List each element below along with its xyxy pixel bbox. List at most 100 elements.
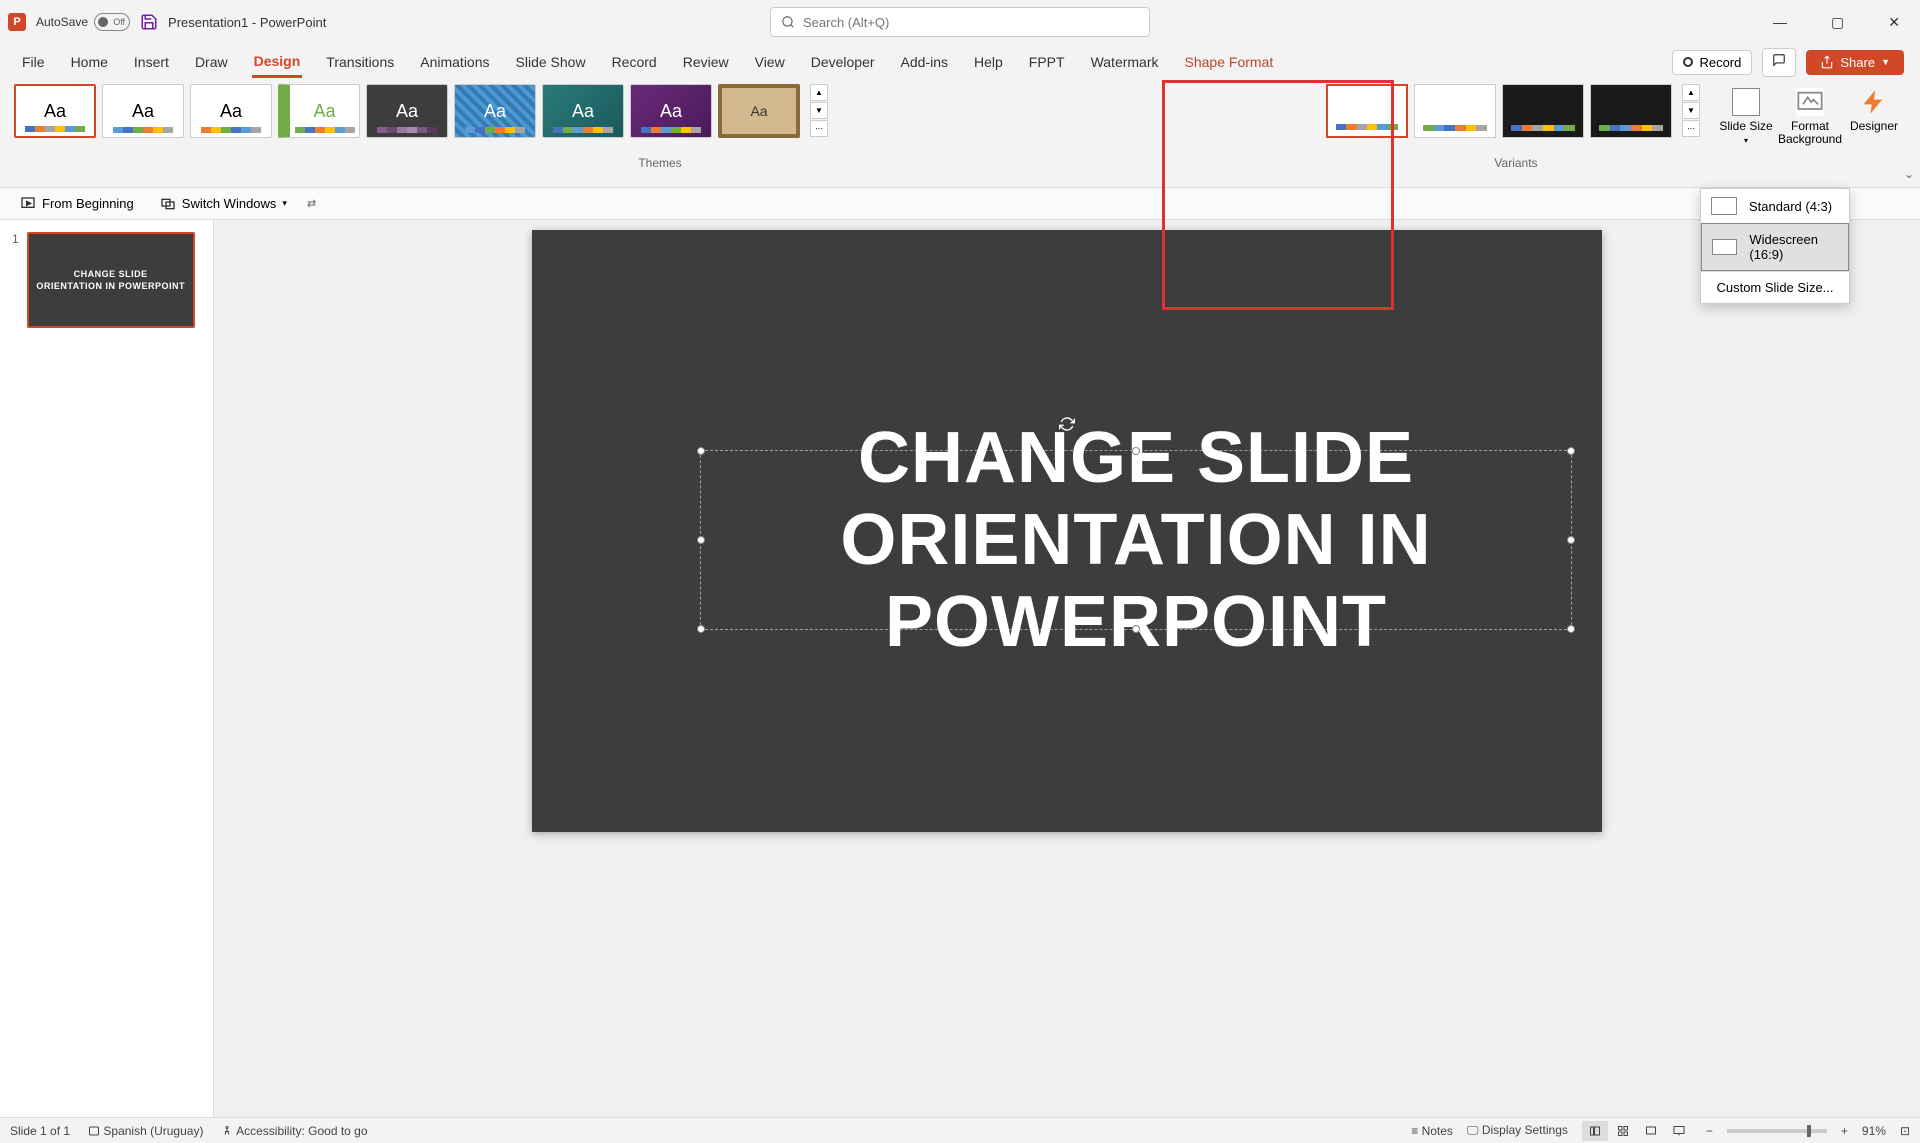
theme-thumb-3[interactable]: Aa (190, 84, 272, 138)
variant-thumb-4[interactable] (1590, 84, 1672, 138)
collapse-ribbon-icon[interactable]: ⌄ (1904, 167, 1914, 181)
tab-fppt[interactable]: FPPT (1027, 48, 1067, 76)
slide-size-dropdown: Standard (4:3) Widescreen (16:9) Custom … (1700, 188, 1850, 304)
record-label: Record (1699, 55, 1741, 70)
zoom-out-button[interactable]: − (1706, 1124, 1713, 1138)
slide-title-line1[interactable]: CHANGE SLIDE (858, 417, 1414, 499)
normal-view-button[interactable] (1582, 1121, 1608, 1141)
display-settings-button[interactable]: 🖵 Display Settings (1467, 1123, 1568, 1138)
dropdown-standard[interactable]: Standard (4:3) (1701, 189, 1849, 223)
scroll-up-icon[interactable]: ▲ (810, 84, 828, 101)
scroll-up-icon[interactable]: ▲ (1682, 84, 1700, 101)
tab-draw[interactable]: Draw (193, 48, 230, 76)
zoom-slider[interactable] (1727, 1129, 1827, 1133)
language-indicator[interactable]: Spanish (Uruguay) (88, 1124, 203, 1138)
resize-handle[interactable] (697, 625, 705, 633)
minimize-button[interactable]: — (1761, 10, 1799, 35)
reading-view-button[interactable] (1638, 1121, 1664, 1141)
view-buttons (1582, 1121, 1692, 1141)
fit-to-window-button[interactable]: ⊡ (1900, 1124, 1910, 1138)
slide-thumbnail-1[interactable]: CHANGE SLIDE ORIENTATION IN POWERPOINT (27, 232, 195, 328)
language-icon (88, 1125, 100, 1137)
variant-thumb-1[interactable] (1326, 84, 1408, 138)
slide-counter[interactable]: Slide 1 of 1 (10, 1124, 70, 1138)
maximize-button[interactable]: ▢ (1819, 10, 1856, 35)
slideshow-view-button[interactable] (1666, 1121, 1692, 1141)
slide-size-button[interactable]: Slide Size ▾ (1716, 84, 1776, 187)
from-beginning-button[interactable]: From Beginning (14, 193, 140, 215)
ribbon-tabs: File Home Insert Draw Design Transitions… (0, 44, 1920, 80)
resize-handle[interactable] (1567, 447, 1575, 455)
scroll-down-icon[interactable]: ▼ (1682, 102, 1700, 119)
theme-thumb-5[interactable]: Aa (366, 84, 448, 138)
dropdown-custom[interactable]: Custom Slide Size... (1701, 272, 1849, 303)
expand-gallery-icon[interactable]: ⋯ (810, 120, 828, 137)
ribbon-content: Aa Aa Aa Aa Aa Aa Aa Aa Aa ▲ ▼ ⋯ Themes … (0, 80, 1920, 188)
slide-title-line2[interactable]: ORIENTATION IN POWERPOINT (701, 499, 1571, 663)
variant-thumb-2[interactable] (1414, 84, 1496, 138)
variants-group: ▲ ▼ ⋯ Variants (1326, 84, 1706, 187)
tab-home[interactable]: Home (69, 48, 110, 76)
variant-thumb-3[interactable] (1502, 84, 1584, 138)
resize-handle[interactable] (1132, 447, 1140, 455)
notes-button[interactable]: ≡ Notes (1411, 1124, 1453, 1138)
zoom-in-button[interactable]: + (1841, 1124, 1848, 1138)
theme-thumb-7[interactable]: Aa (542, 84, 624, 138)
title-textbox[interactable]: CHANGE SLIDE ORIENTATION IN POWERPOINT (700, 450, 1572, 630)
theme-thumb-9[interactable]: Aa (718, 84, 800, 138)
tab-addins[interactable]: Add-ins (899, 48, 950, 76)
tab-slideshow[interactable]: Slide Show (514, 48, 588, 76)
format-background-button[interactable]: Format Background (1780, 84, 1840, 187)
comments-button[interactable] (1762, 48, 1796, 77)
search-box[interactable] (770, 7, 1150, 37)
search-input[interactable] (803, 15, 1139, 30)
tab-review[interactable]: Review (681, 48, 731, 76)
resize-handle[interactable] (1132, 625, 1140, 633)
resize-handle[interactable] (697, 447, 705, 455)
share-button[interactable]: Share ▼ (1806, 50, 1904, 75)
record-button[interactable]: Record (1672, 50, 1752, 75)
resize-handle[interactable] (1567, 536, 1575, 544)
slide-sorter-button[interactable] (1610, 1121, 1636, 1141)
tab-view[interactable]: View (753, 48, 787, 76)
accessibility-status[interactable]: Accessibility: Good to go (221, 1124, 367, 1138)
theme-thumb-4[interactable]: Aa (278, 84, 360, 138)
theme-thumb-2[interactable]: Aa (102, 84, 184, 138)
powerpoint-icon: P (8, 13, 26, 31)
resize-handle[interactable] (697, 536, 705, 544)
theme-thumb-8[interactable]: Aa (630, 84, 712, 138)
autosave-toggle[interactable]: AutoSave Off (36, 13, 130, 31)
close-button[interactable]: ✕ (1876, 10, 1912, 35)
slide-size-icon (1732, 88, 1760, 116)
doc-title: Presentation1 - PowerPoint (168, 15, 326, 30)
variants-gallery-control[interactable]: ▲ ▼ ⋯ (1682, 84, 1700, 150)
designer-button[interactable]: Designer (1844, 84, 1904, 187)
save-icon[interactable] (140, 13, 158, 31)
expand-gallery-icon[interactable]: ⋯ (1682, 120, 1700, 137)
tab-design[interactable]: Design (252, 47, 303, 78)
themes-gallery-control[interactable]: ▲ ▼ ⋯ (810, 84, 828, 150)
theme-thumb-6[interactable]: Aa (454, 84, 536, 138)
resize-handle[interactable] (1567, 625, 1575, 633)
accessibility-icon (221, 1125, 233, 1137)
dropdown-widescreen[interactable]: Widescreen (16:9) (1701, 223, 1849, 271)
tab-watermark[interactable]: Watermark (1089, 48, 1161, 76)
chevron-down-icon: ▾ (1744, 136, 1748, 145)
zoom-level[interactable]: 91% (1862, 1124, 1886, 1138)
tab-transitions[interactable]: Transitions (324, 48, 396, 76)
tab-shape-format[interactable]: Shape Format (1183, 48, 1276, 76)
tab-insert[interactable]: Insert (132, 48, 171, 76)
tab-record[interactable]: Record (610, 48, 659, 76)
chevron-down-icon: ▾ (282, 198, 287, 209)
theme-thumb-1[interactable]: Aa (14, 84, 96, 138)
tab-developer[interactable]: Developer (809, 48, 877, 76)
slide-canvas[interactable]: CHANGE SLIDE ORIENTATION IN POWERPOINT (532, 230, 1602, 832)
scroll-down-icon[interactable]: ▼ (810, 102, 828, 119)
toggle-switch[interactable]: Off (94, 13, 130, 31)
tab-file[interactable]: File (20, 48, 47, 76)
window-controls: — ▢ ✕ (1761, 10, 1912, 35)
tab-help[interactable]: Help (972, 48, 1005, 76)
switch-windows-button[interactable]: Switch Windows ▾ (154, 193, 293, 215)
qat-more-icon[interactable]: ⇄ (307, 197, 316, 210)
tab-animations[interactable]: Animations (418, 48, 491, 76)
